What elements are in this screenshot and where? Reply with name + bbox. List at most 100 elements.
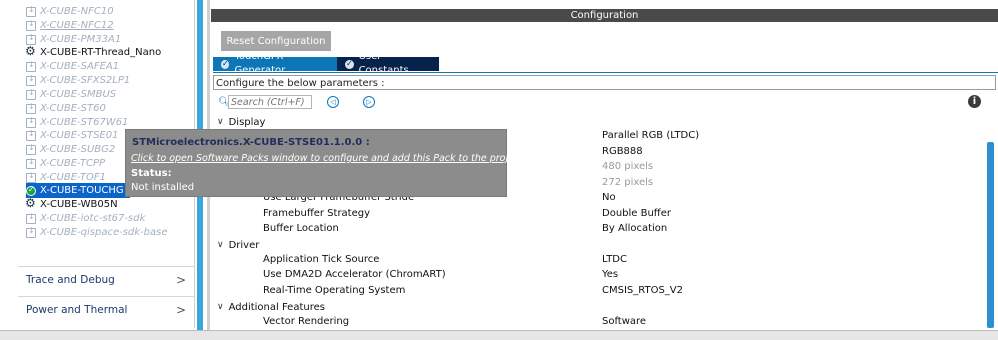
parameters-header: Configure the below parameters : <box>213 75 996 90</box>
chevron-down-icon: ∨ <box>217 302 224 312</box>
param-row[interactable]: Buffer Location By Allocation <box>263 223 963 237</box>
group-additional-features[interactable]: ∨ Additional Features <box>217 300 325 314</box>
tooltip-title: STMicroelectronics.X-CUBE-STSE01.1.0.0 : <box>132 137 370 148</box>
pack-label: X-CUBE-TCPP <box>40 158 106 169</box>
download-icon <box>26 19 36 31</box>
tooltip-status-value: Not installed <box>131 182 195 193</box>
bottom-edge <box>0 330 998 340</box>
group-display[interactable]: ∨ Display <box>217 115 265 129</box>
pack-label: X-CUBE-WB05N <box>40 199 118 210</box>
param-value: Double Buffer <box>602 208 671 219</box>
download-icon <box>26 129 36 141</box>
param-value: Parallel RGB (LTDC) <box>602 130 700 141</box>
check-circle-icon <box>221 57 230 71</box>
chevron-down-icon: ∨ <box>217 240 224 250</box>
tooltip-link[interactable]: Click to open Software Packs window to c… <box>131 153 523 164</box>
pack-item[interactable]: X-CUBE-SMBUS <box>26 87 116 102</box>
next-match-icon[interactable]: ▷ <box>363 96 375 108</box>
download-icon <box>26 88 36 100</box>
pack-item-selected[interactable]: X-CUBE-TOUCHG <box>26 183 130 198</box>
param-value: RGB888 <box>602 146 643 157</box>
param-row[interactable]: Use DMA2D Accelerator (ChromART) Yes <box>263 269 963 283</box>
pack-item[interactable]: X-CUBE-RT-Thread_Nano <box>25 44 162 60</box>
param-row[interactable]: Application Tick Source LTDC <box>263 254 963 268</box>
chevron-down-icon: ∨ <box>217 117 224 127</box>
param-value: Software <box>602 316 647 327</box>
pack-label: X-CUBE-RT-Thread_Nano <box>40 47 162 58</box>
pack-item[interactable]: X-CUBE-SFXS2LP1 <box>26 73 130 88</box>
check-circle-icon <box>26 185 36 196</box>
download-icon <box>26 102 36 114</box>
pack-label: X-CUBE-NFC10 <box>40 6 114 17</box>
tab-label: User Constants <box>358 51 409 76</box>
pack-label: X-CUBE-qispace-sdk-base <box>40 227 168 238</box>
reset-configuration-button[interactable]: Reset Configuration <box>221 31 331 51</box>
pack-item[interactable]: X-CUBE-WB05N <box>25 196 118 212</box>
nav-section-trace-debug[interactable]: Trace and Debug > <box>18 266 194 292</box>
pack-tooltip: STMicroelectronics.X-CUBE-STSE01.1.0.0 :… <box>125 129 523 197</box>
pack-item[interactable]: X-CUBE-qispace-sdk-base <box>26 225 168 240</box>
pack-label: X-CUBE-STSE01 <box>40 130 119 141</box>
param-value: No <box>602 192 616 203</box>
param-key: Real-Time Operating System <box>263 285 406 296</box>
pack-item[interactable]: X-CUBE-TCPP <box>26 156 105 171</box>
pack-label: X-CUBE-SAFEA1 <box>40 61 120 72</box>
pack-label: X-CUBE-TOUCHG <box>40 185 124 196</box>
previous-match-icon[interactable]: ◁ <box>327 96 339 108</box>
param-row[interactable]: Real-Time Operating System CMSIS_RTOS_V2 <box>263 285 963 299</box>
gear-icon <box>25 196 36 210</box>
param-key: Application Tick Source <box>263 254 380 265</box>
pack-label: X-CUBE-NFC12 <box>40 20 114 31</box>
chevron-right-icon: > <box>175 272 186 287</box>
nav-section-power-thermal[interactable]: Power and Thermal > <box>18 296 194 322</box>
param-key: Vector Rendering <box>263 316 350 327</box>
param-key: Buffer Location <box>263 223 339 234</box>
chevron-right-icon: > <box>175 302 186 317</box>
tab-label: TouchGFX Generator <box>234 51 286 76</box>
param-key: Framebuffer Strategy <box>263 208 371 219</box>
pack-label: X-CUBE-SUBG2 <box>40 144 116 155</box>
download-icon <box>26 60 36 72</box>
tab-underline <box>213 72 998 73</box>
tooltip-status-label: Status: <box>131 168 172 179</box>
gear-icon <box>25 44 36 58</box>
download-icon <box>26 5 36 17</box>
download-icon <box>26 171 36 183</box>
param-value: LTDC <box>602 254 627 265</box>
pack-item[interactable]: X-CUBE-STSE01 <box>26 128 118 143</box>
pack-item[interactable]: X-CUBE-NFC10 <box>26 4 114 19</box>
download-icon <box>26 116 36 128</box>
param-value: Yes <box>602 269 619 280</box>
check-circle-icon <box>345 57 354 71</box>
param-row[interactable]: Framebuffer Strategy Double Buffer <box>263 208 963 222</box>
pack-label: X-CUBE-ST60 <box>40 103 106 114</box>
download-icon <box>26 143 36 155</box>
download-icon <box>26 212 36 224</box>
download-icon <box>26 226 36 238</box>
param-key: Use DMA2D Accelerator (ChromART) <box>263 269 446 280</box>
group-label: Display <box>228 116 266 128</box>
tab-user-constants[interactable]: User Constants <box>337 51 439 76</box>
param-value: 272 pixels <box>602 177 654 188</box>
pack-label: X-CUBE-TOF1 <box>40 172 106 183</box>
pack-label: X-CUBE-SFXS2LP1 <box>40 75 131 86</box>
param-row[interactable]: Vector Rendering Software <box>263 316 963 330</box>
nav-section-label: Trace and Debug <box>26 273 115 286</box>
tab-touchgfx-generator[interactable]: TouchGFX Generator <box>213 51 339 76</box>
download-icon <box>26 157 36 169</box>
group-label: Driver <box>228 239 260 251</box>
pack-item[interactable]: X-CUBE-ST60 <box>26 101 106 116</box>
pack-label: X-CUBE-PM33A1 <box>40 34 122 45</box>
group-driver[interactable]: ∨ Driver <box>217 238 259 252</box>
pack-item[interactable]: X-CUBE-iotc-st67-sdk <box>26 211 145 226</box>
nav-section-label: Power and Thermal <box>26 303 128 316</box>
pack-item[interactable]: X-CUBE-SAFEA1 <box>26 59 119 74</box>
param-value: 480 pixels <box>602 161 654 172</box>
info-icon[interactable]: i <box>968 95 981 108</box>
param-value: By Allocation <box>602 223 668 234</box>
parameters-scrollbar[interactable] <box>987 142 994 328</box>
pack-item[interactable]: X-CUBE-SUBG2 <box>26 142 115 157</box>
pack-item[interactable]: X-CUBE-NFC12 <box>26 18 114 33</box>
search-input[interactable] <box>228 95 312 109</box>
pack-label: X-CUBE-ST67W61 <box>40 117 129 128</box>
